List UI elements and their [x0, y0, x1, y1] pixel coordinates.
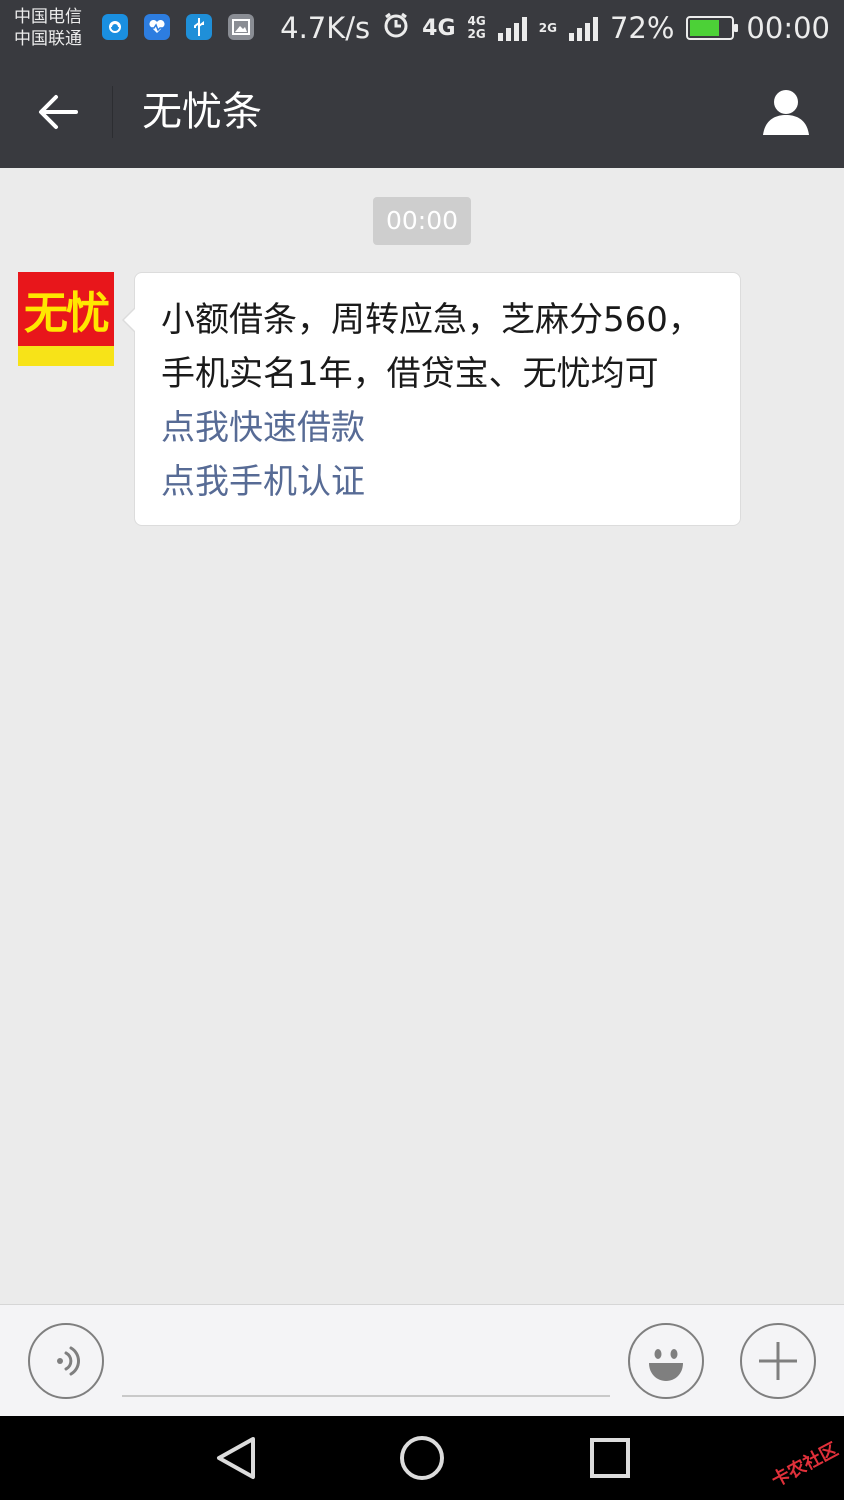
message-line-1: 小额借条，周转应急，芝麻分560，	[161, 300, 702, 340]
carrier-2: 中国联通	[14, 29, 82, 49]
cloud-icon	[102, 14, 128, 40]
message-input[interactable]	[122, 1335, 610, 1397]
system-recents-button[interactable]	[584, 1434, 636, 1482]
smiley-icon	[649, 1349, 683, 1381]
health-icon	[144, 14, 170, 40]
status-time: 00:00	[746, 11, 830, 45]
signal-icon	[497, 15, 527, 41]
page-title: 无忧条	[142, 89, 262, 135]
triangle-back-icon	[217, 1437, 255, 1479]
person-icon	[763, 90, 809, 135]
network-type: 4G	[422, 15, 456, 41]
plus-button[interactable]	[740, 1323, 816, 1399]
notification-icons	[102, 14, 254, 40]
avatar[interactable]: 无忧	[18, 272, 114, 366]
emoji-button[interactable]	[628, 1323, 704, 1399]
battery-percent: 72%	[609, 11, 675, 45]
carrier-labels: 中国电信 中国联通	[14, 6, 82, 50]
avatar-text: 无忧	[18, 272, 114, 346]
back-button[interactable]	[30, 86, 86, 138]
carrier-1: 中国电信	[14, 7, 82, 27]
square-recents-icon	[590, 1438, 630, 1478]
net-speed: 4.7K/s	[280, 11, 371, 45]
message-line-2: 手机实名1年，借贷宝、无忧均可	[161, 354, 659, 394]
chat-area[interactable]: 00:00 无忧 小额借条，周转应急，芝麻分560， 手机实名1年，借贷宝、无忧…	[0, 168, 844, 1304]
plus-icon	[759, 1342, 797, 1380]
system-home-button[interactable]	[396, 1434, 448, 1482]
title-divider	[112, 86, 113, 138]
battery-icon	[686, 16, 739, 40]
alarm-icon	[382, 11, 410, 46]
phone-verify-link[interactable]: 点我手机认证	[161, 455, 740, 509]
quick-loan-link[interactable]: 点我快速借款	[161, 401, 740, 455]
input-bar	[0, 1304, 844, 1416]
status-right: 4.7K/s 4G 4G 2G 2G 72% 00:00	[280, 0, 830, 56]
voice-icon	[57, 1346, 81, 1376]
usb-icon	[186, 14, 212, 40]
network-stack-b: 2G	[538, 20, 557, 35]
voice-button[interactable]	[28, 1323, 104, 1399]
gallery-icon	[228, 14, 254, 40]
arrow-left-icon	[39, 95, 78, 129]
network-stack-a: 4G 2G	[468, 15, 486, 41]
network-stack-a-bottom: 2G	[467, 27, 486, 41]
system-nav-bar: 卡农社区	[0, 1416, 844, 1500]
battery-fill	[690, 20, 720, 36]
profile-button[interactable]	[758, 84, 814, 140]
status-bar: 中国电信 中国联通 4.7K/s 4G 4G 2G 2G 72% 00:00	[0, 0, 844, 56]
message-timestamp: 00:00	[373, 197, 471, 245]
system-back-button[interactable]	[210, 1434, 262, 1482]
title-bar: 无忧条	[0, 56, 844, 168]
signal-icon-2	[568, 15, 598, 41]
message-bubble[interactable]: 小额借条，周转应急，芝麻分560， 手机实名1年，借贷宝、无忧均可 点我快速借款…	[122, 272, 741, 526]
watermark: 卡农社区	[768, 1439, 842, 1492]
circle-home-icon	[400, 1436, 444, 1480]
